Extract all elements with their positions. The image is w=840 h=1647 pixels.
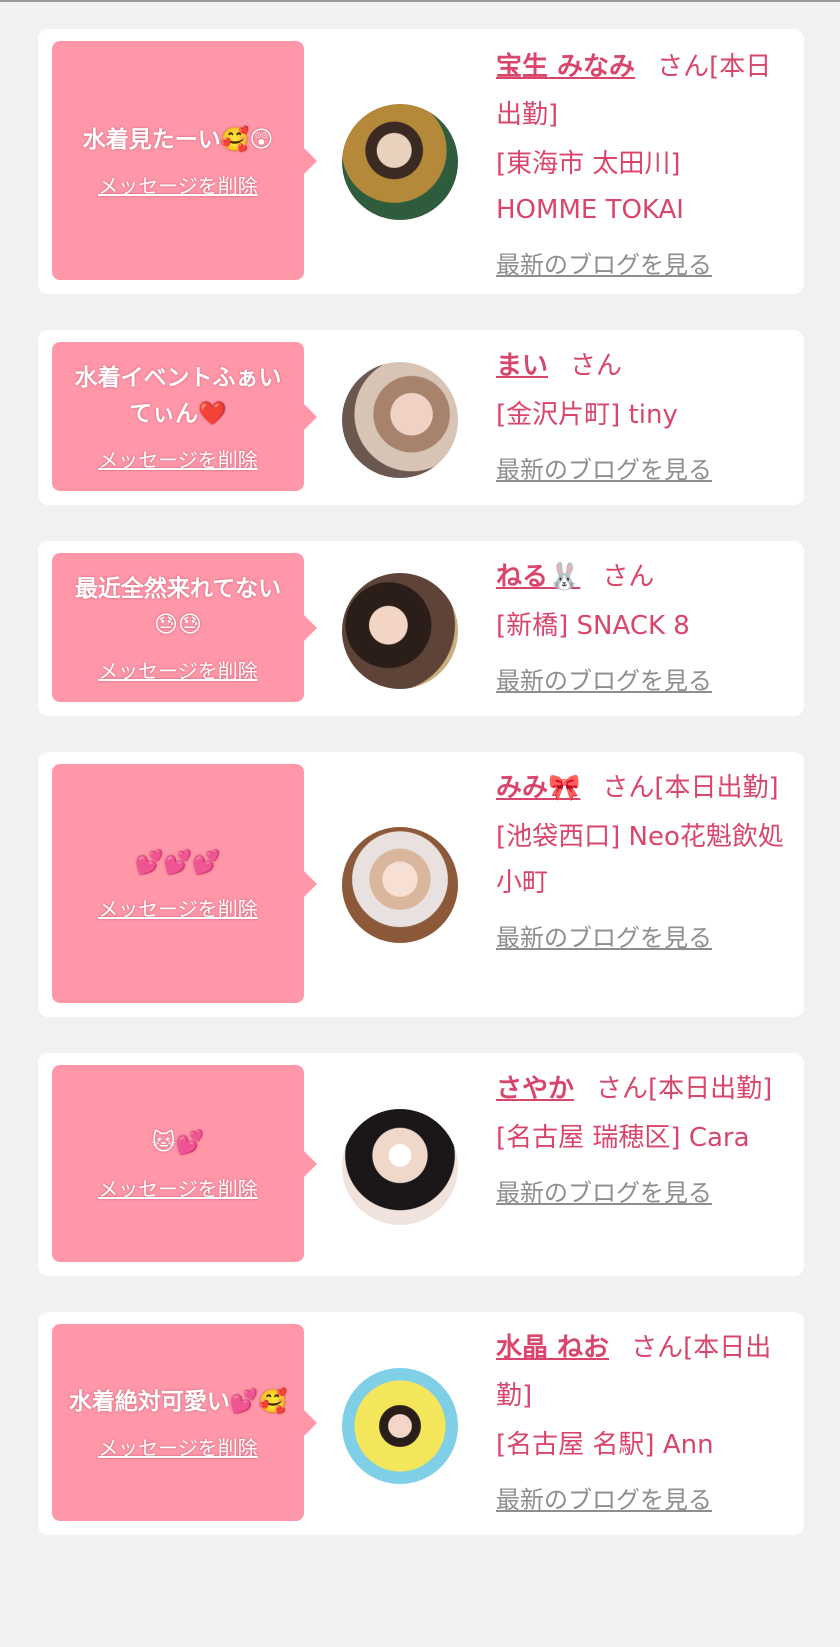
message-card: 💕💕💕 メッセージを削除 みみ🎀 さん[本日出勤] [池袋西口] Neo花魁飲処 … [38,752,804,1017]
cast-name-link[interactable]: ねる🐰 [496,562,580,592]
message-card: 🐱💕 メッセージを削除 さやか さん[本日出勤] [名古屋 瑞穂区] Cara 最… [38,1053,804,1276]
shop-info: [東海市 太田川] HOMME TOKAI [496,149,684,225]
top-divider [0,0,840,2]
shop-info: [池袋西口] Neo花魁飲処 小町 [496,822,784,898]
shop-info: [新橋] SNACK 8 [496,611,690,641]
avatar[interactable] [342,827,458,943]
delete-message-link[interactable]: メッセージを削除 [98,170,258,199]
avatar[interactable] [342,104,458,220]
message-text: 水着イベントふぁいてぃん❤️ [74,365,282,427]
cast-info: 宝生 みなみ さん[本日出勤] [東海市 太田川] HOMME TOKAI 最新の… [496,43,786,280]
avatar[interactable] [342,1109,458,1225]
cast-name-link[interactable]: 宝生 みなみ [496,52,635,82]
cast-name-link[interactable]: さやか [496,1074,574,1104]
delete-message-link[interactable]: メッセージを削除 [98,1173,258,1202]
message-card: 水着見たーい🥰😲 メッセージを削除 宝生 みなみ さん[本日出勤] [東海市 太田… [38,29,804,294]
message-text: 最近全然来れてない😓😓 [74,576,282,638]
cast-info: 水晶 ねお さん[本日出勤] [名古屋 名駅] Ann 最新のブログを見る [496,1324,786,1515]
avatar[interactable] [342,573,458,689]
message-bubble: 水着イベントふぁいてぃん❤️ メッセージを削除 [52,342,317,491]
latest-blog-link[interactable]: 最新のブログを見る [496,245,712,280]
cast-name-link[interactable]: みみ🎀 [496,773,580,803]
cast-info: ねる🐰 さん [新橋] SNACK 8 最新のブログを見る [496,553,786,696]
message-bubble: 最近全然来れてない😓😓 メッセージを削除 [52,553,317,702]
latest-blog-link[interactable]: 最新のブログを見る [496,918,712,953]
latest-blog-link[interactable]: 最新のブログを見る [496,1480,712,1515]
cast-suffix: さん[本日出勤] [596,1074,773,1104]
latest-blog-link[interactable]: 最新のブログを見る [496,450,712,485]
cast-info: さやか さん[本日出勤] [名古屋 瑞穂区] Cara 最新のブログを見る [496,1065,786,1208]
shop-info: [名古屋 瑞穂区] Cara [496,1123,750,1153]
avatar[interactable] [342,362,458,478]
cast-suffix: さん [602,562,655,592]
cast-suffix: さん [570,351,623,381]
latest-blog-link[interactable]: 最新のブログを見る [496,1173,712,1208]
message-text: 水着見たーい🥰😲 [82,127,274,153]
message-text: 水着絶対可愛い💕🥰 [68,1389,288,1415]
cast-info: まい さん [金沢片町] tiny 最新のブログを見る [496,342,786,485]
shop-info: [名古屋 名駅] Ann [496,1430,714,1460]
cast-name-link[interactable]: 水晶 ねお [496,1333,609,1363]
message-bubble: 💕💕💕 メッセージを削除 [52,764,317,1003]
message-card: 水着絶対可愛い💕🥰 メッセージを削除 水晶 ねお さん[本日出勤] [名古屋 名駅… [38,1312,804,1535]
cast-name-link[interactable]: まい [496,351,548,381]
message-card: 水着イベントふぁいてぃん❤️ メッセージを削除 まい さん [金沢片町] tiny… [38,330,804,505]
delete-message-link[interactable]: メッセージを削除 [98,444,258,473]
delete-message-link[interactable]: メッセージを削除 [98,1432,258,1461]
cast-info: みみ🎀 さん[本日出勤] [池袋西口] Neo花魁飲処 小町 最新のブログを見る [496,764,786,953]
message-bubble: 🐱💕 メッセージを削除 [52,1065,317,1262]
message-card: 最近全然来れてない😓😓 メッセージを削除 ねる🐰 さん [新橋] SNACK 8 … [38,541,804,716]
cast-suffix: さん[本日出勤] [602,773,779,803]
message-text: 💕💕💕 [135,850,221,876]
shop-info: [金沢片町] tiny [496,400,678,430]
delete-message-link[interactable]: メッセージを削除 [98,893,258,922]
latest-blog-link[interactable]: 最新のブログを見る [496,661,712,696]
message-text: 🐱💕 [151,1130,205,1156]
message-bubble: 水着見たーい🥰😲 メッセージを削除 [52,41,317,280]
delete-message-link[interactable]: メッセージを削除 [98,655,258,684]
avatar[interactable] [342,1368,458,1484]
message-bubble: 水着絶対可愛い💕🥰 メッセージを削除 [52,1324,317,1521]
